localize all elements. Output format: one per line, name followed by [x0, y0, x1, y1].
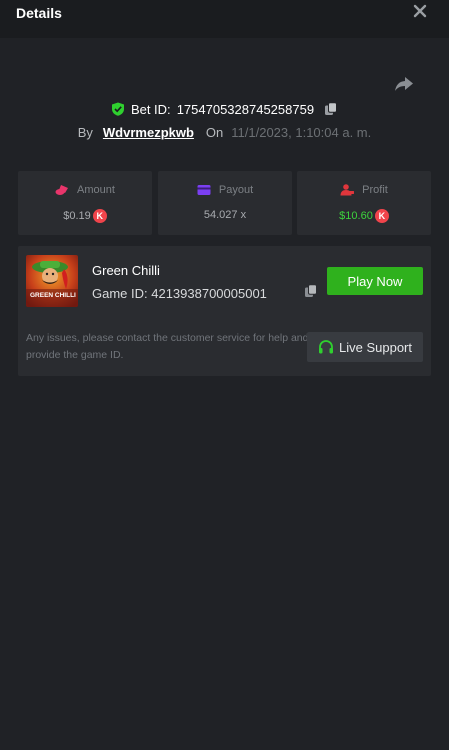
shield-check-icon: [111, 102, 124, 116]
game-name[interactable]: Green Chilli: [92, 263, 160, 278]
copy-icon[interactable]: [324, 102, 338, 116]
card-icon: [197, 185, 211, 195]
profit-label: Profit: [362, 184, 388, 196]
game-thumbnail-image: GREEN CHILLI: [26, 255, 78, 307]
amount-label: Amount: [77, 184, 115, 196]
bet-id-row: Bet ID: 1754705328745258759: [0, 100, 449, 118]
live-support-label: Live Support: [339, 339, 412, 355]
game-thumbnail-text: GREEN CHILLI: [30, 292, 76, 299]
profit-value: $10.60: [339, 210, 373, 222]
username-link[interactable]: Wdvrmezpkwb: [103, 125, 194, 140]
bet-date: 11/1/2023, 1:10:04 a. m.: [231, 124, 372, 140]
coin-icon: K: [92, 209, 107, 223]
bet-id-label: Bet ID:: [130, 101, 171, 117]
payout-card: Payout 54.027 x: [158, 171, 292, 235]
user-money-icon: [340, 184, 355, 196]
on-label: On: [205, 124, 224, 140]
close-icon: [413, 4, 427, 18]
close-button[interactable]: [411, 2, 431, 22]
coin-icon: K: [374, 209, 389, 223]
bet-id-value: 1754705328745258759: [176, 101, 315, 117]
payout-label: Payout: [218, 184, 254, 196]
amount-card: Amount $0.19 K: [18, 171, 152, 235]
header-bar: Details: [0, 0, 449, 38]
headset-icon: [319, 340, 333, 354]
page-title: Details: [16, 5, 62, 21]
live-support-button[interactable]: Live Support: [307, 332, 423, 362]
profit-card: Profit $10.60 K: [297, 171, 431, 235]
by-label: By: [77, 124, 93, 140]
coins-icon: [55, 185, 69, 195]
support-notice: Any issues, please contact the customer …: [26, 332, 309, 361]
amount-value: $0.19: [63, 210, 91, 222]
game-thumbnail[interactable]: GREEN CHILLI: [26, 255, 78, 307]
payout-value: 54.027 x: [203, 209, 247, 221]
bet-meta-row: By Wdvrmezpkwb On 11/1/2023, 1:10:04 a. …: [0, 123, 449, 141]
game-card: GREEN CHILLI Green Chilli Game ID: 42139…: [18, 246, 431, 376]
play-now-button[interactable]: Play Now: [327, 267, 423, 295]
share-icon: [395, 77, 413, 91]
game-id: Game ID: 4213938700005001: [92, 286, 267, 301]
copy-icon[interactable]: [304, 284, 318, 298]
share-button[interactable]: [393, 74, 415, 94]
